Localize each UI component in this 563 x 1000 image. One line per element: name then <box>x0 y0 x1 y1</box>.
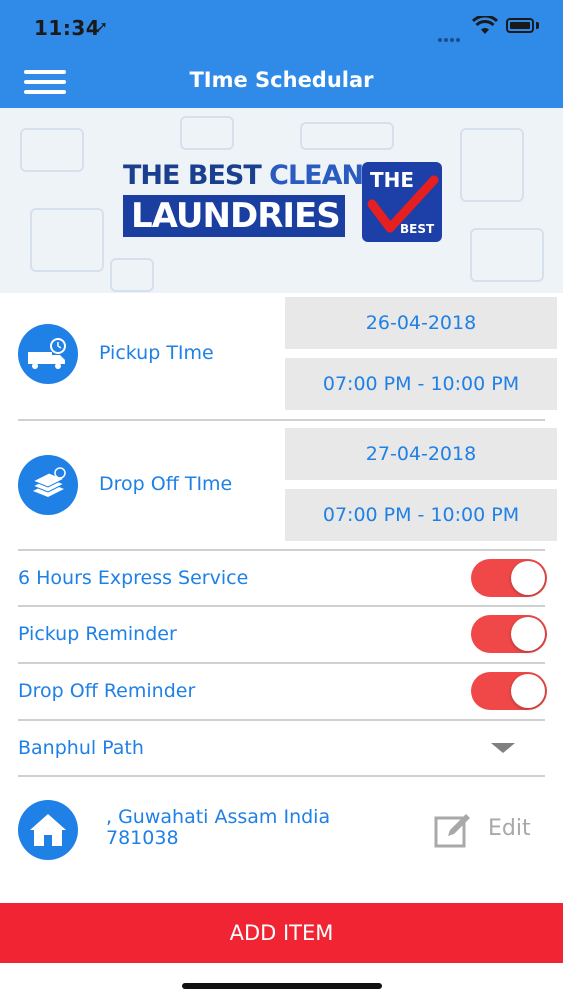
divider <box>18 549 545 551</box>
divider <box>18 419 545 421</box>
divider <box>18 605 545 607</box>
dropoff-reminder-label: Drop Off Reminder <box>18 680 196 702</box>
top-bar: 11:34 ➚ TIme Schedular <box>0 0 563 108</box>
logo-line1-a: THE BEST <box>123 160 262 191</box>
edit-icon <box>434 814 470 848</box>
battery-icon <box>506 18 534 33</box>
divider <box>18 719 545 721</box>
home-icon <box>18 800 78 860</box>
location-select[interactable]: Banphul Path <box>18 737 144 759</box>
delivery-truck-icon <box>18 324 78 384</box>
signal-dots-icon <box>438 27 468 42</box>
express-service-label: 6 Hours Express Service <box>18 567 249 589</box>
address-text: , Guwahati Assam India 781038 <box>106 807 330 849</box>
chevron-down-icon[interactable] <box>491 743 515 753</box>
pickup-time-label: Pickup TIme <box>99 342 214 364</box>
dropoff-date-field[interactable]: 27-04-2018 <box>285 428 557 480</box>
edit-label: Edit <box>488 816 531 841</box>
divider <box>18 662 545 664</box>
pickup-date-field[interactable]: 26-04-2018 <box>285 297 557 349</box>
badge-bottom: BEST <box>400 222 435 236</box>
add-item-button[interactable]: ADD ITEM <box>0 903 563 963</box>
wifi-icon <box>472 16 498 34</box>
page-title: TIme Schedular <box>189 68 374 92</box>
location-arrow-icon: ➚ <box>96 19 108 35</box>
folded-clothes-icon <box>18 455 78 515</box>
express-service-toggle[interactable] <box>471 559 547 597</box>
logo-badge: THE BEST <box>362 162 442 242</box>
pickup-slot-field[interactable]: 07:00 PM - 10:00 PM <box>285 358 557 410</box>
address-line2: 781038 <box>106 827 179 849</box>
status-time: 11:34 <box>34 16 101 40</box>
status-bar: 11:34 ➚ <box>0 0 563 54</box>
dropoff-time-label: Drop Off TIme <box>99 473 233 495</box>
divider <box>18 775 545 777</box>
home-indicator <box>182 983 382 989</box>
logo-line2: LAUNDRIES <box>123 195 345 237</box>
address-line1: , Guwahati Assam India <box>106 806 331 828</box>
battery-cap <box>536 22 539 29</box>
pickup-reminder-toggle[interactable] <box>471 615 547 653</box>
dropoff-reminder-toggle[interactable] <box>471 672 547 710</box>
dropoff-slot-field[interactable]: 07:00 PM - 10:00 PM <box>285 489 557 541</box>
edit-address-button[interactable]: Edit <box>434 812 544 848</box>
pickup-reminder-label: Pickup Reminder <box>18 623 177 645</box>
